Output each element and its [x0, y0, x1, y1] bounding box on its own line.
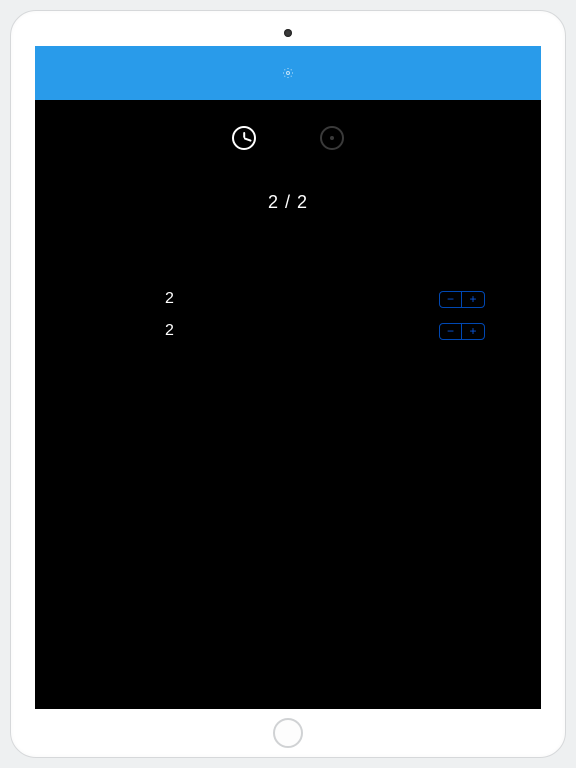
- stepper-control: − +: [439, 323, 485, 340]
- sun-icon: [330, 136, 334, 140]
- row-value: 2: [165, 290, 174, 308]
- increment-button[interactable]: +: [462, 324, 484, 339]
- header-bar: [35, 46, 541, 100]
- content-area: 2 / 2 2 − + 2 − +: [35, 126, 541, 347]
- ipad-frame: 2 / 2 2 − + 2 − +: [10, 10, 566, 758]
- setting-row: 2 − +: [35, 283, 541, 315]
- mode-tabs: [35, 126, 541, 150]
- stepper-control: − +: [439, 291, 485, 308]
- time-mode-tab[interactable]: [232, 126, 256, 150]
- app-screen: 2 / 2 2 − + 2 − +: [35, 46, 541, 709]
- settings-rows: 2 − + 2 − +: [35, 283, 541, 347]
- ratio-display: 2 / 2: [35, 192, 541, 213]
- decrement-button[interactable]: −: [440, 324, 462, 339]
- row-value: 2: [165, 322, 174, 340]
- clock-icon: [234, 128, 254, 148]
- increment-button[interactable]: +: [462, 292, 484, 307]
- setting-row: 2 − +: [35, 315, 541, 347]
- decrement-button[interactable]: −: [440, 292, 462, 307]
- device-camera: [284, 29, 292, 37]
- settings-icon[interactable]: [282, 67, 294, 79]
- home-button[interactable]: [273, 718, 303, 748]
- brightness-mode-tab[interactable]: [320, 126, 344, 150]
